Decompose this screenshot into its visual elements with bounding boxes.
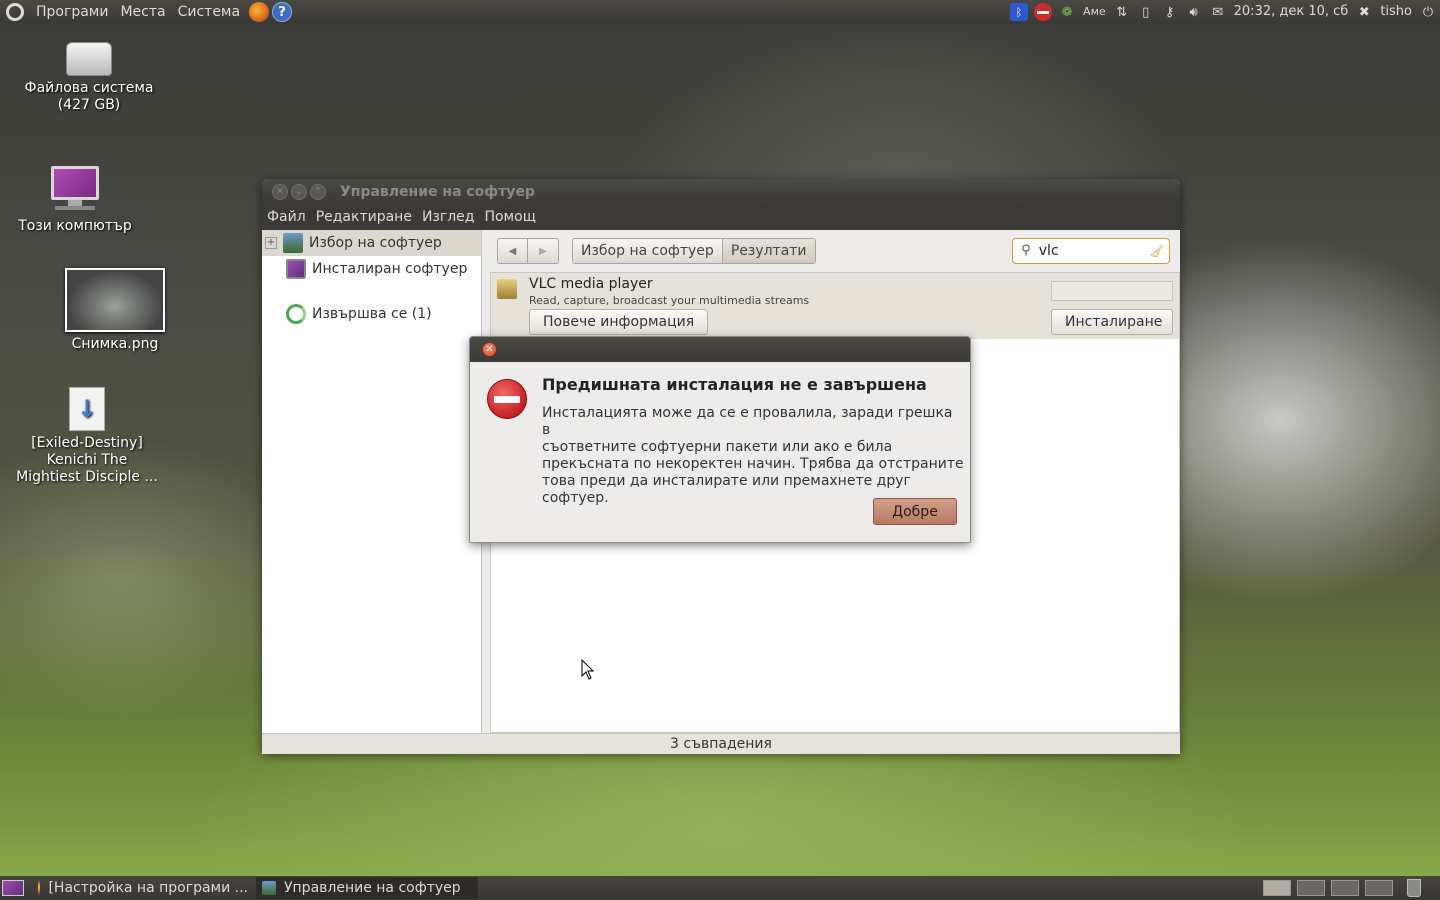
sidebar-item-label: Избор на софтуер <box>309 235 442 251</box>
desktop-icon-label: Файлова система <box>24 80 154 96</box>
key-icon[interactable]: ⚷ <box>1161 3 1179 21</box>
dialog-message-line: съответните софтуерни пакети или ако е б… <box>542 439 893 455</box>
volume-icon[interactable]: 🔊︎ <box>1185 3 1203 21</box>
dialog-message-line: Инсталацията може да се е провалила, зар… <box>542 405 953 438</box>
desktop-icon-screenshot[interactable]: Снимка.png <box>40 268 190 353</box>
desktop-icon-download[interactable]: ↓ [Exiled-Destiny] Kenichi The Mightiest… <box>12 387 162 486</box>
breadcrumb-results[interactable]: Резултати <box>721 239 815 263</box>
computer-icon <box>51 166 99 214</box>
breadcrumb-get-software[interactable]: Избор на софтуер <box>573 239 722 263</box>
image-thumbnail-icon <box>65 268 165 332</box>
bottom-panel: [Настройка на програми ... Управление на… <box>0 876 1440 900</box>
sidebar-item-get-software[interactable]: + Избор на софтуер <box>262 230 481 256</box>
stop-icon[interactable] <box>1034 3 1053 21</box>
sidebar-item-label: Инсталиран софтуер <box>312 261 468 277</box>
system-tray: ᛒ ❁ Аме ⇅ ▯ ⚷ 🔊︎ ✉ 20:32, дек 10, сб ✖ t… <box>1007 0 1440 24</box>
installed-software-icon <box>286 259 306 279</box>
battery-icon[interactable]: ▯ <box>1137 3 1155 21</box>
close-icon[interactable]: ✕ <box>272 183 288 200</box>
trash-icon[interactable] <box>1407 879 1421 897</box>
bluetooth-icon[interactable]: ᛒ <box>1010 3 1029 21</box>
sidebar: + Избор на софтуер Инсталиран софтуер Из… <box>262 230 482 733</box>
dialog-message-line: прекъсната по некоректен начин. Трябва д… <box>542 456 964 472</box>
expander-icon[interactable]: + <box>265 237 277 249</box>
taskbar-item-label: Управление на софтуер <box>284 880 461 896</box>
keyboard-layout-indicator[interactable]: Аме <box>1079 0 1110 24</box>
user-status-icon[interactable]: ✖ <box>1355 3 1373 21</box>
close-icon[interactable]: ✕ <box>482 342 497 357</box>
workspace-4[interactable] <box>1365 880 1393 896</box>
menu-places[interactable]: Места <box>114 0 171 24</box>
app-name: VLC media player <box>529 276 653 292</box>
show-desktop-icon[interactable] <box>2 880 24 896</box>
taskbar-item-label: [Настройка на програми ... <box>48 880 248 896</box>
dialog-heading: Предишната инсталация не е завършена <box>542 375 927 394</box>
ubuntu-logo-icon[interactable] <box>6 3 24 21</box>
network-icon[interactable]: ⇅ <box>1113 3 1131 21</box>
list-item[interactable]: VLC media player Read, capture, broadcas… <box>491 273 1179 339</box>
search-icon: ⚲ <box>1021 243 1031 258</box>
software-store-icon <box>283 233 303 253</box>
mouse-cursor-icon <box>581 658 595 685</box>
menu-help[interactable]: Помощ <box>479 209 540 225</box>
error-dialog: ✕ Предишната инсталация не е завършена И… <box>469 336 971 543</box>
search-box[interactable]: ⚲ 🧹︎ <box>1012 238 1170 264</box>
sidebar-item-in-progress[interactable]: Извършва се (1) <box>262 301 481 327</box>
desktop-icon-computer[interactable]: Този компютър <box>0 166 150 235</box>
desktop-icon-filesystem[interactable]: Файлова система (427 GB) <box>14 42 164 114</box>
dialog-titlebar[interactable]: ✕ <box>470 337 970 362</box>
update-icon[interactable]: ❁ <box>1058 3 1076 21</box>
window-title: Управление на софтуер <box>340 183 535 200</box>
menu-edit[interactable]: Редактиране <box>311 209 417 225</box>
menu-system[interactable]: Система <box>172 0 246 24</box>
install-progress-slot <box>1051 281 1173 301</box>
app-description: Read, capture, broadcast your multimedia… <box>529 294 810 307</box>
hard-disk-icon <box>66 42 112 76</box>
menubar: Файл Редактиране Изглед Помощ <box>262 204 1180 230</box>
menu-file[interactable]: Файл <box>262 209 311 225</box>
error-stop-icon <box>487 379 527 419</box>
clear-search-icon[interactable]: 🧹︎ <box>1149 244 1164 258</box>
breadcrumb: Избор на софтуер Резултати <box>572 238 816 264</box>
workspace-2[interactable] <box>1297 880 1325 896</box>
mail-icon[interactable]: ✉ <box>1209 3 1227 21</box>
ok-button[interactable]: Добре <box>873 498 957 525</box>
clock[interactable]: 20:32, дек 10, сб <box>1230 0 1353 24</box>
software-center-icon <box>262 881 276 895</box>
search-input[interactable] <box>1038 243 1149 259</box>
install-button[interactable]: Инсталиране <box>1051 309 1173 335</box>
more-info-button[interactable]: Повече информация <box>529 309 709 335</box>
desktop-icon-label: (427 GB) <box>57 97 121 113</box>
taskbar-item[interactable]: [Настройка на програми ... <box>32 877 254 899</box>
vlc-app-icon <box>497 279 517 299</box>
firefox-icon <box>38 881 41 895</box>
maximize-icon[interactable]: ⌃ <box>310 183 326 200</box>
back-button[interactable]: ◀ <box>497 238 528 264</box>
desktop-icon-label: Mightiest Disciple ... <box>16 469 158 485</box>
status-bar: 3 съвпадения <box>262 733 1180 754</box>
dialog-message: Инсталацията може да се е провалила, зар… <box>542 405 964 507</box>
help-launcher-icon[interactable]: ? <box>272 2 293 22</box>
top-panel: Програми Места Система ? ᛒ ❁ Аме ⇅ ▯ ⚷ 🔊… <box>0 0 1440 24</box>
desktop-icon-label: Този компютър <box>18 218 132 234</box>
desktop-icon-label: Снимка.png <box>71 336 159 352</box>
power-icon[interactable]: ⏻ <box>1419 3 1437 21</box>
desktop-icon-label: [Exiled-Destiny] <box>31 435 143 451</box>
menu-view[interactable]: Изглед <box>417 209 480 225</box>
forward-button[interactable]: ▶ <box>528 238 559 264</box>
window-titlebar[interactable]: ✕ ⌄ ⌃ Управление на софтуер <box>262 179 1180 204</box>
download-file-icon: ↓ <box>69 387 105 431</box>
taskbar-item-active[interactable]: Управление на софтуер <box>256 877 478 899</box>
workspace-3[interactable] <box>1331 880 1359 896</box>
sidebar-item-label: Извършва се (1) <box>312 306 432 322</box>
username[interactable]: tisho <box>1376 0 1416 24</box>
firefox-launcher-icon[interactable] <box>249 2 270 22</box>
workspace-1[interactable] <box>1263 880 1291 896</box>
navigation-bar: ◀ ▶ Избор на софтуер Резултати ⚲ 🧹︎ <box>490 230 1180 272</box>
in-progress-icon <box>286 304 306 324</box>
desktop-icon-label: Kenichi The <box>46 452 128 468</box>
minimize-icon[interactable]: ⌄ <box>291 183 307 200</box>
menu-applications[interactable]: Програми <box>30 0 114 24</box>
sidebar-item-installed[interactable]: Инсталиран софтуер <box>262 256 481 282</box>
